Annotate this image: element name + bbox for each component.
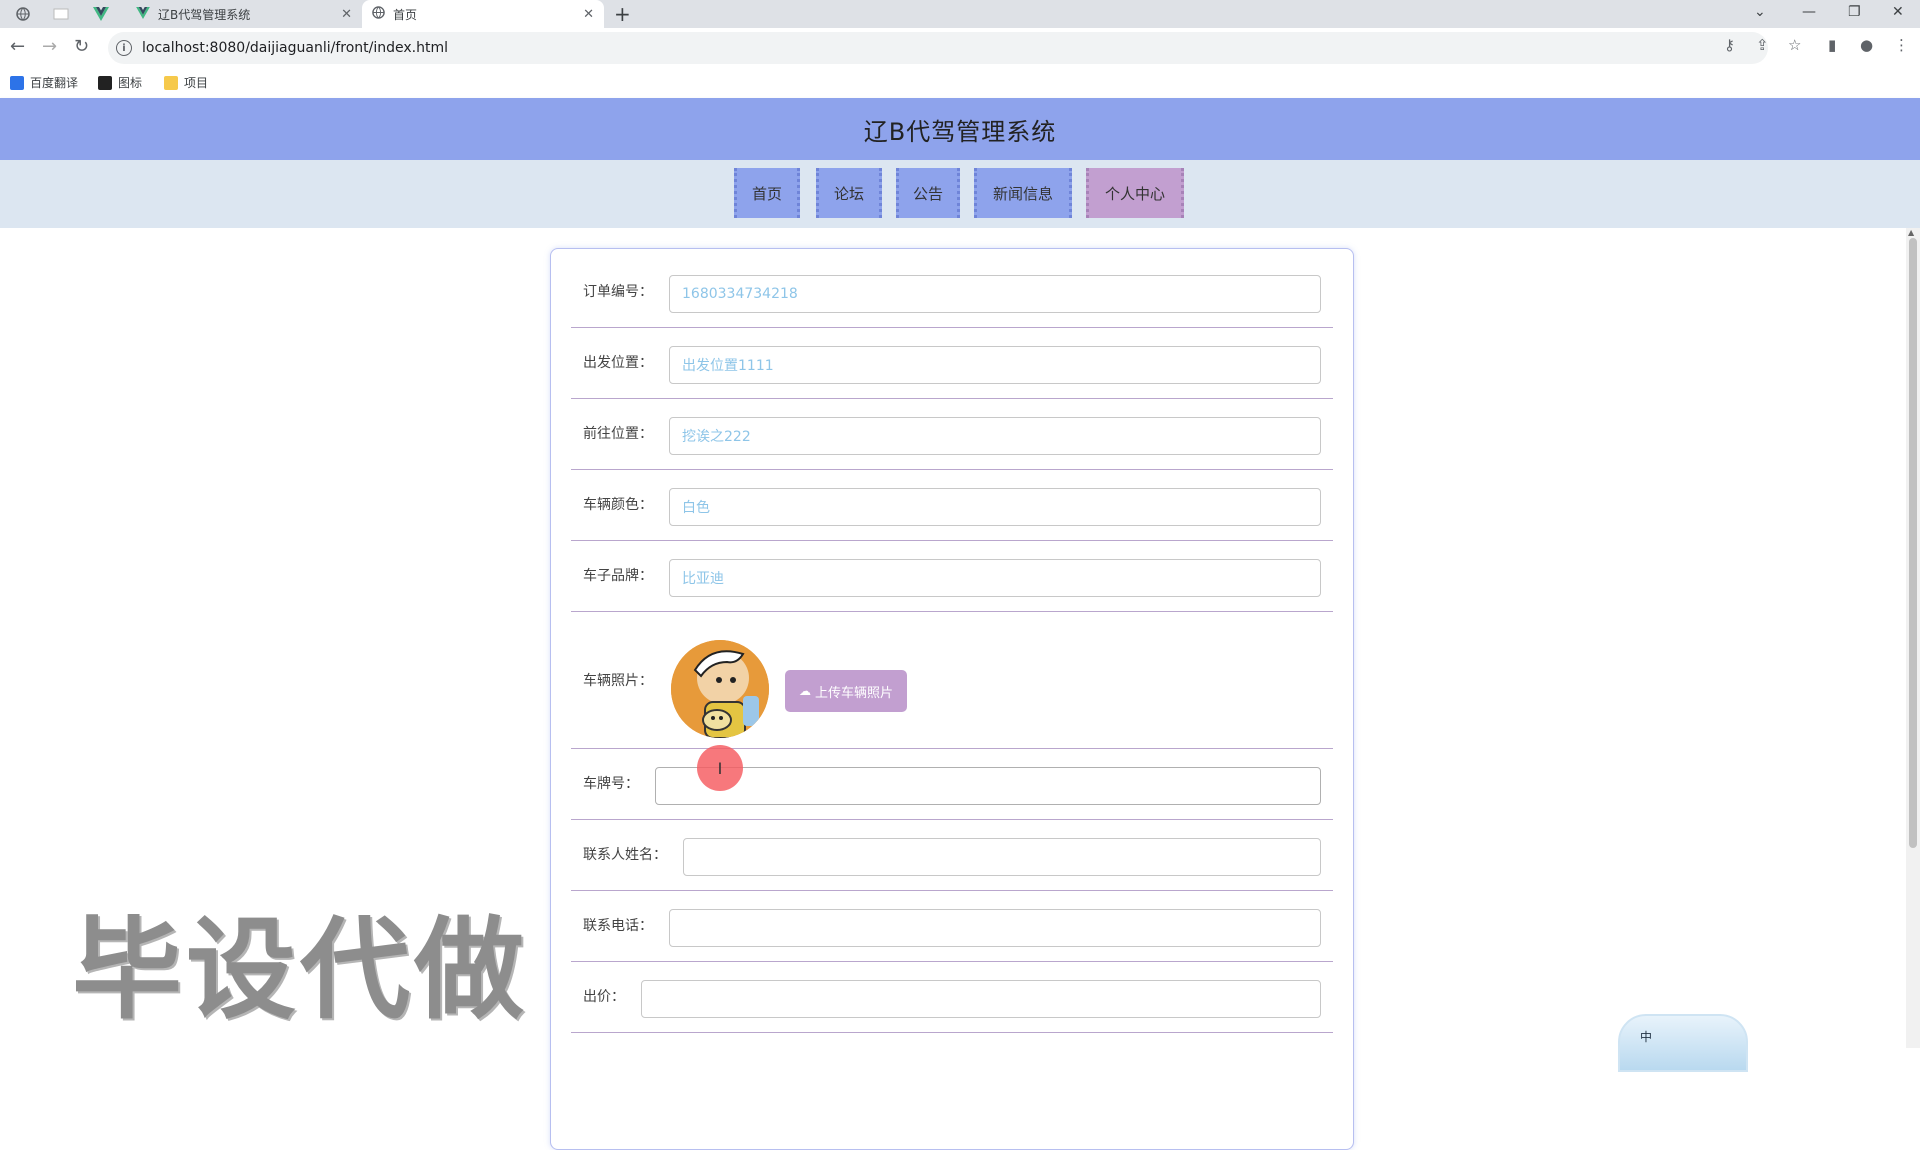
bookmark-baidu-translate[interactable]: 百度翻译 bbox=[10, 74, 78, 91]
menu-dots-icon[interactable]: ⋮ bbox=[1894, 36, 1909, 54]
close-icon[interactable]: ✕ bbox=[341, 7, 352, 22]
restore-icon[interactable]: ❐ bbox=[1848, 4, 1861, 20]
label-depart: 出发位置： bbox=[583, 355, 653, 371]
label-car-brand: 车子品牌： bbox=[583, 568, 653, 584]
nav-news[interactable]: 新闻信息 bbox=[974, 168, 1072, 218]
nav-forum[interactable]: 论坛 bbox=[816, 168, 882, 218]
vue-logo-icon[interactable] bbox=[84, 0, 118, 28]
new-tab-plus-icon[interactable]: + bbox=[614, 2, 631, 26]
bookmark-projects[interactable]: 项目 bbox=[164, 74, 208, 91]
cloud-upload-icon: ☁ bbox=[798, 684, 811, 698]
tab-title: 辽B代驾管理系统 bbox=[158, 7, 251, 22]
site-header: 辽B代驾管理系统 bbox=[0, 98, 1920, 160]
label-price: 出价： bbox=[583, 989, 625, 1005]
profile-icon[interactable]: ● bbox=[1860, 36, 1873, 54]
window-close-icon[interactable]: ✕ bbox=[1892, 4, 1904, 20]
row-order-no: 订单编号： bbox=[571, 271, 1333, 328]
label-contact-phone: 联系电话： bbox=[583, 918, 653, 934]
row-price: 出价： bbox=[571, 976, 1333, 1033]
star-icon[interactable]: ☆ bbox=[1788, 36, 1801, 54]
contact-phone-input[interactable] bbox=[669, 909, 1321, 947]
row-contact-phone: 联系电话： bbox=[571, 905, 1333, 962]
text-cursor-icon: I bbox=[717, 758, 723, 778]
car-color-input[interactable] bbox=[669, 488, 1321, 526]
image-icon bbox=[98, 75, 112, 90]
address-bar[interactable]: i localhost:8080/daijiaguanli/front/inde… bbox=[108, 32, 1768, 64]
label-car-color: 车辆颜色： bbox=[583, 497, 653, 513]
browser-toolbar: ← → ↻ i localhost:8080/daijiaguanli/fron… bbox=[0, 28, 1920, 68]
tab-home[interactable]: 首页 ✕ bbox=[362, 0, 604, 28]
label-plate: 车牌号： bbox=[583, 776, 639, 792]
ime-status-widget[interactable]: 中 bbox=[1618, 1014, 1748, 1072]
globe-icon bbox=[372, 6, 385, 22]
close-icon[interactable]: ✕ bbox=[583, 7, 594, 22]
destination-input[interactable] bbox=[669, 417, 1321, 455]
car-brand-input[interactable] bbox=[669, 559, 1321, 597]
upload-car-photo-button[interactable]: ☁ 上传车辆照片 bbox=[785, 670, 907, 712]
label-contact-name: 联系人姓名： bbox=[583, 847, 667, 863]
scroll-up-icon[interactable]: ▲ bbox=[1908, 228, 1914, 237]
nav-personal-center[interactable]: 个人中心 bbox=[1086, 168, 1184, 218]
label-car-photo: 车辆照片： bbox=[583, 673, 653, 689]
page-scrollbar[interactable]: ▲ bbox=[1906, 228, 1920, 1048]
row-car-brand: 车子品牌： bbox=[571, 555, 1333, 612]
site-title: 辽B代驾管理系统 bbox=[863, 117, 1057, 146]
order-no-input[interactable] bbox=[669, 275, 1321, 313]
folder-icon bbox=[164, 75, 178, 90]
plate-input[interactable] bbox=[655, 767, 1321, 805]
info-icon[interactable]: i bbox=[116, 40, 132, 56]
label-destination: 前往位置： bbox=[583, 426, 653, 442]
ime-mode-label: 中 bbox=[1640, 1030, 1653, 1044]
row-plate: 车牌号： bbox=[571, 763, 1333, 820]
back-arrow-icon[interactable]: ← bbox=[10, 36, 25, 57]
price-input[interactable] bbox=[641, 980, 1321, 1018]
nav-home[interactable]: 首页 bbox=[734, 168, 800, 218]
minimize-icon[interactable]: — bbox=[1802, 4, 1816, 20]
forward-arrow-icon[interactable]: → bbox=[42, 36, 57, 57]
row-destination: 前往位置： bbox=[571, 413, 1333, 470]
tab-admin[interactable]: 辽B代驾管理系统 ✕ bbox=[126, 0, 362, 28]
url-text: localhost:8080/daijiaguanli/front/index.… bbox=[142, 40, 448, 56]
car-photo-preview bbox=[671, 640, 769, 738]
blank-page-icon[interactable] bbox=[44, 0, 78, 28]
mouse-cursor-indicator: I bbox=[697, 745, 743, 791]
order-form: 订单编号： 出发位置： 前往位置： 车辆颜色： 车子品牌： 车辆照片： bbox=[550, 248, 1354, 1150]
key-icon[interactable]: ⚷ bbox=[1724, 36, 1735, 54]
contact-name-input[interactable] bbox=[683, 838, 1321, 876]
reload-icon[interactable]: ↻ bbox=[74, 36, 89, 57]
upload-button-label: 上传车辆照片 bbox=[814, 685, 893, 701]
chevron-down-icon[interactable]: ⌄ bbox=[1754, 4, 1766, 20]
depart-input[interactable] bbox=[669, 346, 1321, 384]
side-panel-icon[interactable]: ▮ bbox=[1828, 36, 1836, 54]
browser-tab-bar: 辽B代驾管理系统 ✕ 首页 ✕ + ⌄ — ❐ ✕ bbox=[0, 0, 1920, 28]
scroll-thumb[interactable] bbox=[1909, 238, 1917, 848]
main-nav: 首页 论坛 公告 新闻信息 个人中心 bbox=[0, 160, 1920, 228]
tab-title: 首页 bbox=[393, 7, 418, 22]
globe-icon[interactable] bbox=[6, 0, 40, 28]
row-contact-name: 联系人姓名： bbox=[571, 834, 1333, 891]
share-icon[interactable]: ⇪ bbox=[1756, 36, 1769, 54]
vue-logo-icon bbox=[136, 6, 150, 22]
row-car-color: 车辆颜色： bbox=[571, 484, 1333, 541]
bookmarks-bar: 百度翻译 图标 项目 bbox=[0, 68, 1920, 99]
nav-announcement[interactable]: 公告 bbox=[896, 168, 960, 218]
row-depart: 出发位置： bbox=[571, 342, 1333, 399]
bookmark-icons[interactable]: 图标 bbox=[98, 74, 142, 91]
translate-icon bbox=[10, 75, 24, 90]
watermark: 毕设代做 bbox=[72, 906, 528, 1034]
row-car-photo: 车辆照片： ☁ 上传车辆照片 bbox=[571, 626, 1333, 749]
label-order-no: 订单编号： bbox=[583, 284, 653, 300]
